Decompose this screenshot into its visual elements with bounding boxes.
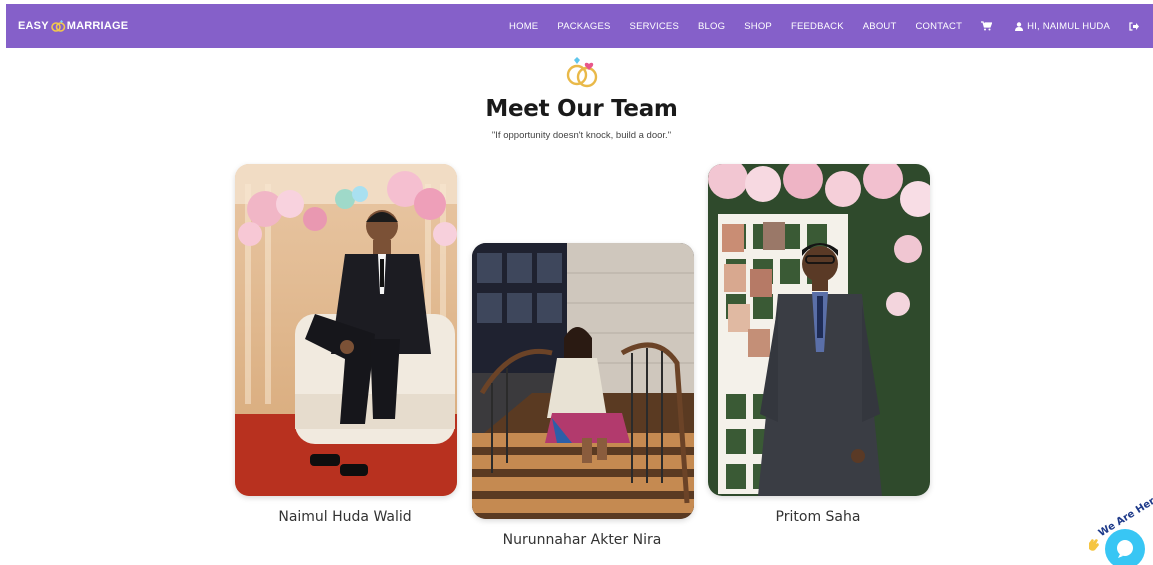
team-card-2 — [472, 243, 694, 519]
member-photo-2 — [472, 243, 694, 519]
brand-text-right: MARRIAGE — [66, 20, 129, 32]
member-photo-3 — [708, 164, 930, 496]
page-title: Meet Our Team — [485, 96, 678, 122]
member-name-1: Naimul Huda Walid — [278, 509, 412, 525]
nav-about[interactable]: ABOUT — [863, 21, 897, 32]
team-header: Meet Our Team "If opportunity doesn't kn… — [0, 55, 1153, 141]
wedding-rings-icon — [0, 55, 1153, 94]
cart-link[interactable] — [981, 21, 996, 31]
logout-button[interactable] — [1129, 21, 1143, 31]
member-photo-1 — [235, 164, 457, 496]
nav-home[interactable]: HOME — [509, 21, 538, 32]
rings-icon — [50, 19, 66, 33]
nav-packages[interactable]: PACKAGES — [557, 21, 610, 32]
nav-links: HOME PACKAGES SERVICES BLOG SHOP FEEDBAC… — [490, 4, 1143, 48]
brand-logo[interactable]: EASY MARRIAGE — [18, 4, 128, 48]
chat-widget[interactable]: We Are Here! — [1082, 490, 1153, 565]
user-greeting: HI, NAIMUL HUDA — [1027, 20, 1110, 32]
nav-services[interactable]: SERVICES — [630, 21, 679, 32]
logout-icon — [1129, 21, 1139, 31]
user-icon — [1015, 21, 1024, 31]
chat-icon[interactable] — [1105, 529, 1145, 565]
top-navbar: EASY MARRIAGE HOME PACKAGES SERVICES BLO… — [6, 4, 1153, 48]
nav-feedback[interactable]: FEEDBACK — [791, 21, 844, 32]
team-quote: "If opportunity doesn't knock, build a d… — [491, 130, 672, 141]
brand-text-left: EASY — [18, 20, 49, 32]
member-name-3: Pritom Saha — [775, 509, 861, 525]
nav-shop[interactable]: SHOP — [744, 21, 772, 32]
waving-hand-icon — [1086, 537, 1100, 554]
team-card-1 — [235, 164, 457, 496]
nav-contact[interactable]: CONTACT — [916, 21, 963, 32]
cart-icon — [981, 21, 993, 31]
member-name-2: Nurunnahar Akter Nira — [502, 532, 662, 548]
user-menu[interactable]: HI, NAIMUL HUDA — [1015, 21, 1110, 32]
nav-blog[interactable]: BLOG — [698, 21, 725, 32]
team-card-3 — [708, 164, 930, 496]
